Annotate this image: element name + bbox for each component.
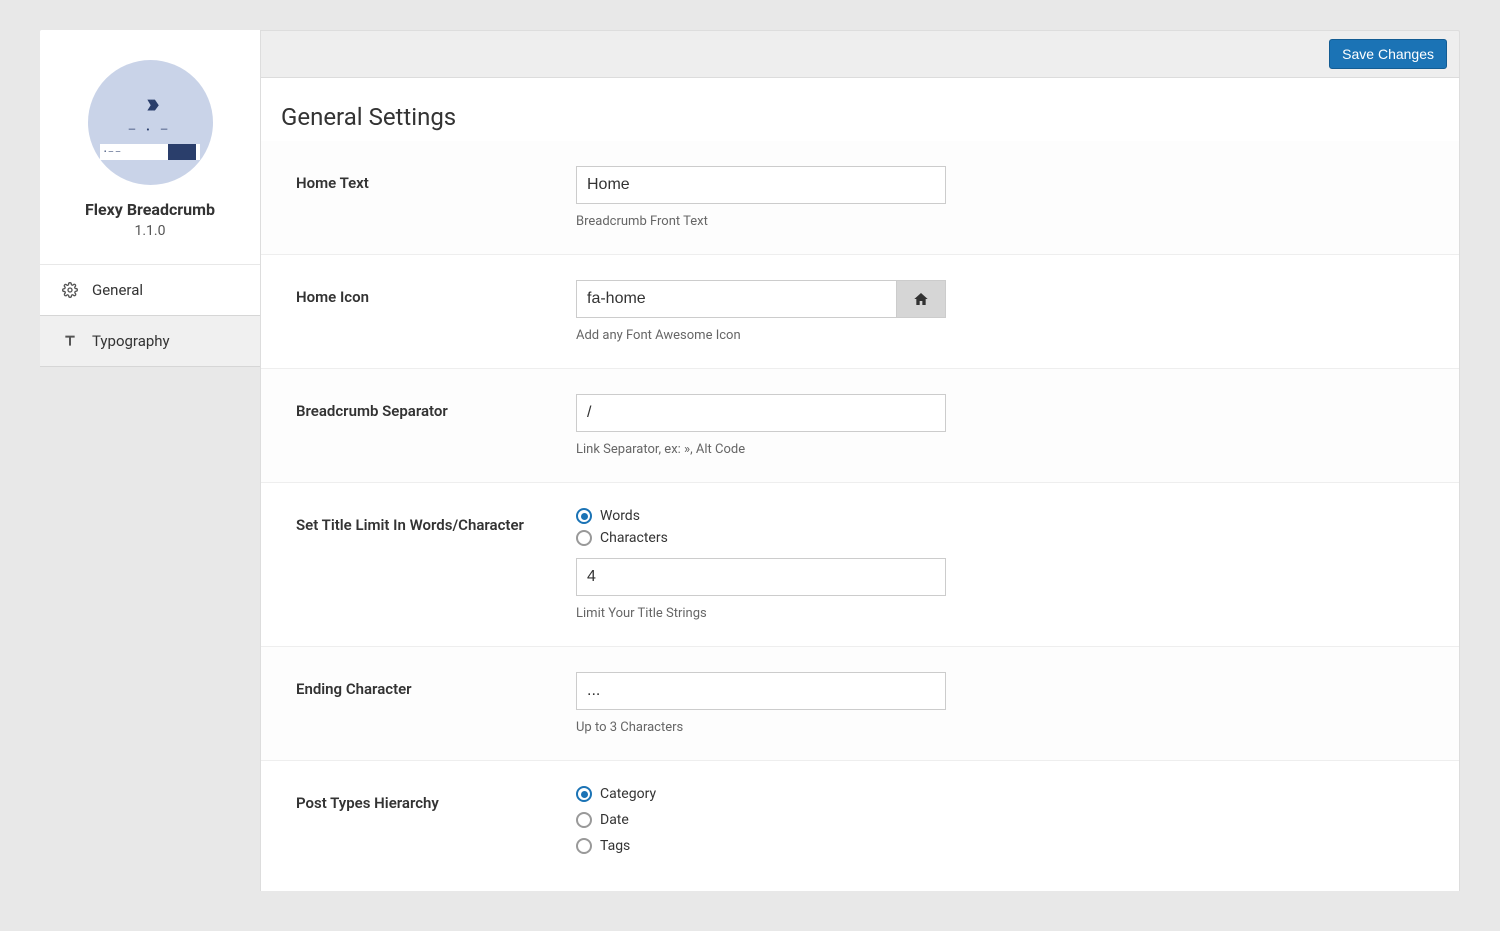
plugin-logo: ››› — • — • — — xyxy=(88,60,213,185)
sidebar-item-label: Typography xyxy=(92,332,170,350)
field-ending-char: Ending Character Up to 3 Characters xyxy=(261,647,1459,761)
field-label: Set Title Limit In Words/Character xyxy=(296,508,576,534)
separator-input[interactable] xyxy=(576,394,946,432)
radio-icon xyxy=(576,508,592,524)
radio-label: Words xyxy=(600,508,640,524)
home-icon xyxy=(913,291,929,307)
radio-characters[interactable]: Characters xyxy=(576,530,946,546)
field-label: Post Types Hierarchy xyxy=(296,786,576,812)
sidebar-item-general[interactable]: General xyxy=(40,265,260,316)
home-icon-input[interactable] xyxy=(576,280,896,318)
field-desc: Add any Font Awesome Icon xyxy=(576,328,946,343)
sidebar-menu: General Typography xyxy=(40,265,260,367)
gears-icon xyxy=(60,282,80,298)
radio-icon xyxy=(576,786,592,802)
radio-tags[interactable]: Tags xyxy=(576,838,946,854)
sidebar: ››› — • — • — — Flexy Breadcrumb 1.1.0 G… xyxy=(40,30,260,891)
field-label: Home Icon xyxy=(296,280,576,306)
radio-label: Category xyxy=(600,786,656,802)
field-desc: Limit Your Title Strings xyxy=(576,606,946,621)
field-home-icon: Home Icon Add any Font Awesome Icon xyxy=(261,255,1459,369)
field-desc: Link Separator, ex: », Alt Code xyxy=(576,442,946,457)
field-desc: Breadcrumb Front Text xyxy=(576,214,946,229)
field-label: Home Text xyxy=(296,166,576,192)
content: General Settings Home Text Breadcrumb Fr… xyxy=(260,78,1460,891)
typography-icon xyxy=(60,333,80,349)
plugin-name: Flexy Breadcrumb xyxy=(60,200,240,219)
radio-words[interactable]: Words xyxy=(576,508,946,524)
sidebar-item-typography[interactable]: Typography xyxy=(40,316,260,367)
field-label: Breadcrumb Separator xyxy=(296,394,576,420)
sidebar-header: ››› — • — • — — Flexy Breadcrumb 1.1.0 xyxy=(40,30,260,264)
radio-date[interactable]: Date xyxy=(576,812,946,828)
page-title: General Settings xyxy=(261,78,1459,141)
field-desc: Up to 3 Characters xyxy=(576,720,946,735)
radio-icon xyxy=(576,812,592,828)
radio-label: Date xyxy=(600,812,629,828)
field-post-types: Post Types Hierarchy Category Date xyxy=(261,761,1459,891)
radio-label: Characters xyxy=(600,530,668,546)
home-text-input[interactable] xyxy=(576,166,946,204)
ending-char-input[interactable] xyxy=(576,672,946,710)
radio-label: Tags xyxy=(600,838,630,854)
sidebar-item-label: General xyxy=(92,281,143,299)
radio-category[interactable]: Category xyxy=(576,786,946,802)
field-label: Ending Character xyxy=(296,672,576,698)
radio-icon xyxy=(576,838,592,854)
home-icon-preview xyxy=(896,280,946,318)
main: Save Changes General Settings Home Text … xyxy=(260,30,1460,891)
plugin-version: 1.1.0 xyxy=(60,223,240,239)
field-separator: Breadcrumb Separator Link Separator, ex:… xyxy=(261,369,1459,483)
topbar: Save Changes xyxy=(260,30,1460,78)
title-limit-input[interactable] xyxy=(576,558,946,596)
save-button[interactable]: Save Changes xyxy=(1329,39,1447,69)
radio-icon xyxy=(576,530,592,546)
field-title-limit: Set Title Limit In Words/Character Words… xyxy=(261,483,1459,647)
field-home-text: Home Text Breadcrumb Front Text xyxy=(261,141,1459,255)
